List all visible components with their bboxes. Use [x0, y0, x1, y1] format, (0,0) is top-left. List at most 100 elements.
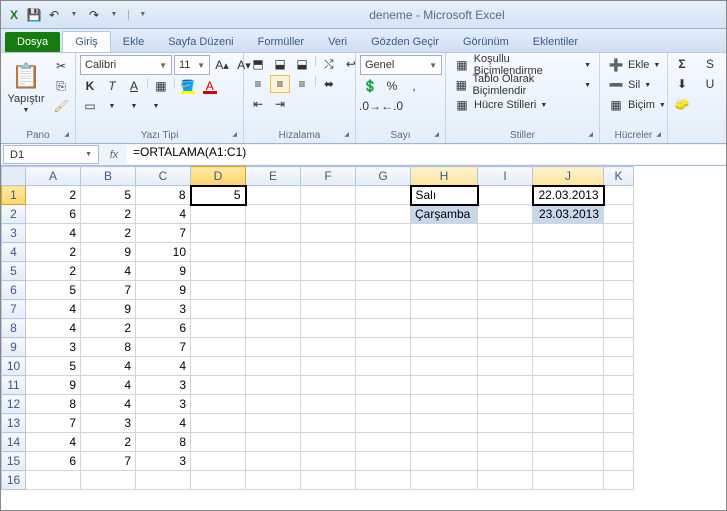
cell-F5[interactable] — [301, 262, 356, 281]
cell-K13[interactable] — [604, 414, 634, 433]
cell-styles-button[interactable]: ▦Hücre Stilleri▼ — [450, 95, 551, 115]
cell-D6[interactable] — [191, 281, 246, 300]
cell-F9[interactable] — [301, 338, 356, 357]
cell-K15[interactable] — [604, 452, 634, 471]
cell-I8[interactable] — [478, 319, 533, 338]
excel-icon[interactable]: X — [5, 6, 23, 24]
tab-addins[interactable]: Eklentiler — [521, 32, 590, 52]
format-as-table-button[interactable]: ▦Tablo Olarak Biçimlendir▼ — [450, 75, 595, 95]
cell-J16[interactable] — [533, 471, 604, 490]
cell-C8[interactable]: 6 — [136, 319, 191, 338]
fill-menu-icon[interactable]: ▼ — [124, 97, 144, 115]
cell-B8[interactable]: 2 — [81, 319, 136, 338]
cell-I3[interactable] — [478, 224, 533, 243]
row-header-10[interactable]: 10 — [2, 357, 26, 376]
cell-G11[interactable] — [356, 376, 411, 395]
cell-D11[interactable] — [191, 376, 246, 395]
cell-D8[interactable] — [191, 319, 246, 338]
cell-I5[interactable] — [478, 262, 533, 281]
align-bottom-icon[interactable]: ⬓ — [292, 55, 312, 73]
cell-A10[interactable]: 5 — [26, 357, 81, 376]
cell-K9[interactable] — [604, 338, 634, 357]
cell-E2[interactable] — [246, 205, 301, 224]
cell-E11[interactable] — [246, 376, 301, 395]
select-all-corner[interactable] — [2, 167, 26, 186]
cell-C7[interactable]: 3 — [136, 300, 191, 319]
col-header-H[interactable]: H — [411, 167, 478, 186]
border-menu-icon[interactable]: ▼ — [102, 97, 122, 115]
col-header-G[interactable]: G — [356, 167, 411, 186]
cell-I11[interactable] — [478, 376, 533, 395]
cell-F1[interactable] — [301, 186, 356, 205]
cell-C12[interactable]: 3 — [136, 395, 191, 414]
cell-C3[interactable]: 7 — [136, 224, 191, 243]
cell-G1[interactable] — [356, 186, 411, 205]
cell-K5[interactable] — [604, 262, 634, 281]
col-header-K[interactable]: K — [604, 167, 634, 186]
cell-B10[interactable]: 4 — [81, 357, 136, 376]
redo-icon[interactable]: ↷ — [85, 6, 103, 24]
cell-J12[interactable] — [533, 395, 604, 414]
row-header-8[interactable]: 8 — [2, 319, 26, 338]
cell-E16[interactable] — [246, 471, 301, 490]
row-header-7[interactable]: 7 — [2, 300, 26, 319]
cell-E5[interactable] — [246, 262, 301, 281]
cell-E4[interactable] — [246, 243, 301, 262]
cell-F11[interactable] — [301, 376, 356, 395]
cell-K10[interactable] — [604, 357, 634, 376]
cell-A3[interactable]: 4 — [26, 224, 81, 243]
cell-G8[interactable] — [356, 319, 411, 338]
cell-A5[interactable]: 2 — [26, 262, 81, 281]
cell-F16[interactable] — [301, 471, 356, 490]
italic-icon[interactable]: T — [102, 77, 122, 95]
orientation-icon[interactable]: ⤭ — [319, 55, 339, 73]
cell-B14[interactable]: 2 — [81, 433, 136, 452]
tab-file[interactable]: Dosya — [5, 32, 60, 52]
border-icon[interactable]: ▦ — [151, 77, 171, 95]
cell-F3[interactable] — [301, 224, 356, 243]
tab-data[interactable]: Veri — [316, 32, 359, 52]
cell-J2[interactable]: 23.03.2013 — [533, 205, 604, 224]
row-header-15[interactable]: 15 — [2, 452, 26, 471]
cell-F6[interactable] — [301, 281, 356, 300]
cell-D7[interactable] — [191, 300, 246, 319]
format-cells-button[interactable]: ▦Biçim▼ — [604, 95, 670, 115]
cell-G10[interactable] — [356, 357, 411, 376]
col-header-F[interactable]: F — [301, 167, 356, 186]
bold-icon[interactable]: K — [80, 77, 100, 95]
row-header-6[interactable]: 6 — [2, 281, 26, 300]
cell-G2[interactable] — [356, 205, 411, 224]
cell-K14[interactable] — [604, 433, 634, 452]
formula-input[interactable]: =ORTALAMA(A1:C1) — [127, 145, 726, 164]
cell-I12[interactable] — [478, 395, 533, 414]
cell-A2[interactable]: 6 — [26, 205, 81, 224]
cell-A14[interactable]: 4 — [26, 433, 81, 452]
cut-icon[interactable]: ✂ — [51, 57, 71, 75]
cell-I2[interactable] — [478, 205, 533, 224]
align-right-icon[interactable]: ≡ — [292, 75, 312, 93]
cell-K12[interactable] — [604, 395, 634, 414]
cell-H4[interactable] — [411, 243, 478, 262]
cell-E13[interactable] — [246, 414, 301, 433]
cell-K7[interactable] — [604, 300, 634, 319]
undo-icon[interactable]: ↶ — [45, 6, 63, 24]
name-box[interactable]: D1▼ — [3, 145, 99, 164]
row-header-5[interactable]: 5 — [2, 262, 26, 281]
cell-A7[interactable]: 4 — [26, 300, 81, 319]
cell-I7[interactable] — [478, 300, 533, 319]
cell-I14[interactable] — [478, 433, 533, 452]
cell-A4[interactable]: 2 — [26, 243, 81, 262]
increase-decimal-icon[interactable]: .0→ — [360, 97, 380, 115]
col-header-C[interactable]: C — [136, 167, 191, 186]
qat-customize-icon[interactable]: ▼ — [134, 6, 152, 24]
cell-B2[interactable]: 2 — [81, 205, 136, 224]
copy-icon[interactable]: ⎘ — [51, 77, 71, 95]
cell-E7[interactable] — [246, 300, 301, 319]
cell-A1[interactable]: 2 — [26, 186, 81, 205]
cell-K4[interactable] — [604, 243, 634, 262]
cell-B12[interactable]: 4 — [81, 395, 136, 414]
cell-H1[interactable]: Salı — [411, 186, 478, 205]
cell-C15[interactable]: 3 — [136, 452, 191, 471]
currency-icon[interactable]: 💲 — [360, 77, 380, 95]
conditional-formatting-button[interactable]: ▦Koşullu Biçimlendirme▼ — [450, 55, 595, 75]
